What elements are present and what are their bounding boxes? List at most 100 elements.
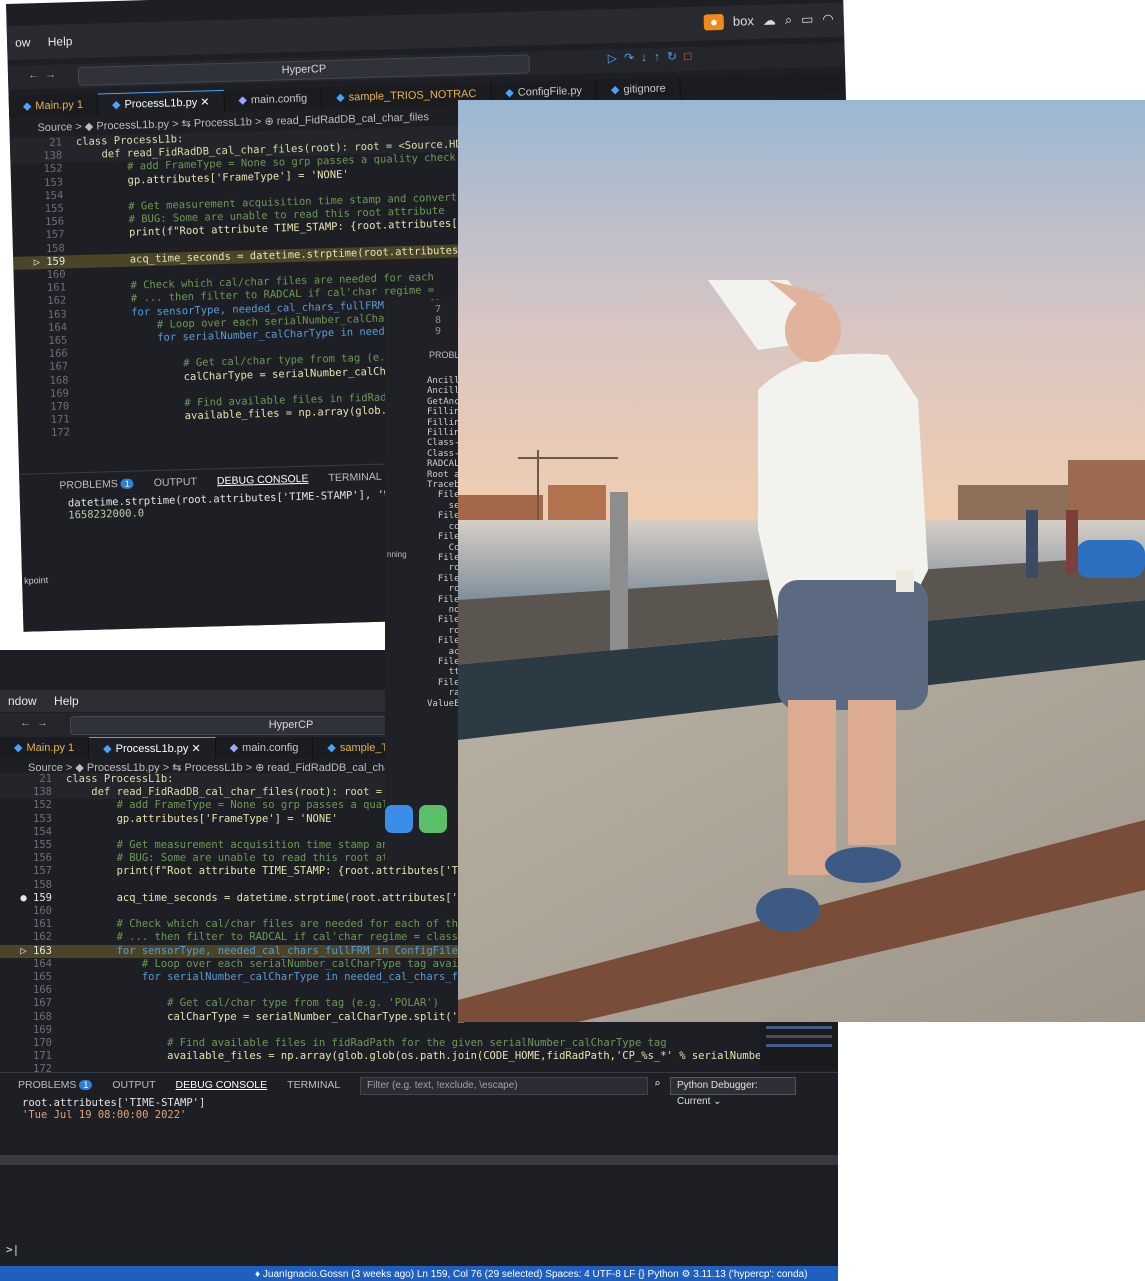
line-number[interactable]: 160 xyxy=(0,905,66,918)
terminal-line: ValueE xyxy=(427,698,460,709)
line-number[interactable]: 155 xyxy=(0,839,66,852)
line-number[interactable]: 161 xyxy=(0,918,66,931)
console-filter-input[interactable]: Filter (e.g. text, !exclude, \escape) xyxy=(360,1077,648,1095)
terminal-line: File xyxy=(427,636,460,647)
terminal-line: ro xyxy=(427,625,460,636)
nav-arrows-icon[interactable]: ←→ xyxy=(28,68,62,81)
restart-icon[interactable]: ↻ xyxy=(667,49,677,63)
line-number[interactable]: 152 xyxy=(0,799,66,812)
problems-badge: 1 xyxy=(120,478,134,489)
line-number[interactable]: 164 xyxy=(0,958,66,971)
line-number[interactable]: 153 xyxy=(0,813,66,826)
line-number[interactable]: 158 xyxy=(0,879,66,892)
panel-tab-output[interactable]: OUTPUT xyxy=(154,476,197,489)
code-text: class ProcessL1b: xyxy=(66,773,174,785)
terminal-line: File xyxy=(427,532,460,543)
box-icon[interactable]: box xyxy=(733,13,754,30)
problems-badge: 1 xyxy=(79,1080,93,1090)
editor-tab[interactable]: ◆ main.config xyxy=(224,87,323,112)
editor-tab[interactable]: ◆ Main.py 1 xyxy=(8,93,99,118)
editor-tab[interactable]: ◆ gitignore xyxy=(596,77,681,102)
editor-tab[interactable]: ◆ main.config xyxy=(216,737,314,759)
file-icon: ◆ xyxy=(327,742,336,754)
console-prompt[interactable]: >| xyxy=(6,1243,19,1256)
terminal-line: RADCAL xyxy=(427,459,460,470)
wifi-icon[interactable]: ◠ xyxy=(822,11,834,27)
line-number[interactable]: 171 xyxy=(0,1050,66,1063)
panel-tab-debug-console[interactable]: DEBUG CONSOLE xyxy=(217,473,309,488)
line-number[interactable]: 168 xyxy=(0,1011,66,1024)
battery-icon: ▭ xyxy=(800,11,814,27)
panel-tab-output[interactable]: OUTPUT xyxy=(112,1079,155,1091)
terminal-line: Ancill xyxy=(427,386,460,397)
step-out-icon[interactable]: ↑ xyxy=(654,50,660,64)
terminal-line: se xyxy=(427,500,460,511)
menu-bar-items[interactable]: ndow Help xyxy=(8,694,79,708)
terminal-line: File xyxy=(427,594,460,605)
nav-arrows-icon[interactable]: ←→ xyxy=(20,717,54,729)
tab-label: ProcessL1b.py ✕ xyxy=(124,96,210,111)
terminal-line: ac xyxy=(427,646,460,657)
debugger-select[interactable]: Python Debugger: Current ⌄ xyxy=(670,1077,796,1107)
line-number[interactable]: 157 xyxy=(0,865,66,878)
line-number[interactable]: ● 159 xyxy=(0,892,66,905)
cloud-icon[interactable]: ☁ xyxy=(763,13,776,29)
code-text: calCharType = serialNumber_calCharType.s… xyxy=(66,1010,503,1023)
filter-search-icon[interactable]: ⌕ xyxy=(654,1077,661,1090)
terminal-line: File xyxy=(427,615,460,626)
orange-app-icon[interactable]: ● xyxy=(703,13,725,31)
panel-tab-terminal[interactable]: TERMINAL xyxy=(287,1079,340,1091)
file-icon: ◆ xyxy=(610,83,620,97)
file-icon: ◆ xyxy=(14,742,23,754)
panel-tab-problems[interactable]: PROBLEMS 1 xyxy=(59,478,134,492)
step-over-icon[interactable]: ↷ xyxy=(624,50,634,64)
line-number[interactable]: 169 xyxy=(0,1024,66,1037)
console-line: 'Tue Jul 19 08:00:00 2022' xyxy=(22,1109,187,1121)
stop-icon[interactable]: □ xyxy=(684,49,692,63)
terminal-line: File xyxy=(427,656,460,667)
terminal-line: Fillin xyxy=(427,428,460,439)
tab-label: Main.py 1 xyxy=(26,742,75,754)
terminal-line: ro xyxy=(427,584,460,595)
command-center-search[interactable]: HyperCP xyxy=(77,54,531,87)
building-left-2 xyxy=(548,485,606,525)
line-number[interactable]: 21 xyxy=(0,773,66,786)
editor-tab[interactable]: ◆ ProcessL1b.py ✕ xyxy=(97,89,225,116)
line-number[interactable]: 172 xyxy=(18,426,84,441)
line-number[interactable]: ▷ 163 xyxy=(0,945,66,958)
file-icon: ◆ xyxy=(505,86,514,100)
line-number[interactable]: 167 xyxy=(0,997,66,1010)
terminal-line: Root a xyxy=(427,469,460,480)
line-number[interactable]: 138 xyxy=(0,786,66,799)
mooring-post xyxy=(610,492,628,652)
photo-man-waterfront xyxy=(458,100,1145,1022)
line-number[interactable]: 156 xyxy=(0,852,66,865)
panel-tab-terminal[interactable]: TERMINAL xyxy=(328,471,381,484)
status-text[interactable]: ♦ JuanIgnacio.Gossn (3 weeks ago) Ln 159… xyxy=(255,1269,807,1280)
minimap[interactable] xyxy=(760,1020,838,1070)
line-number[interactable]: 166 xyxy=(0,984,66,997)
line-number[interactable]: 162 xyxy=(0,931,66,944)
terminal-line: tt xyxy=(427,667,460,678)
code-text: # Find available files in fidRadPath for… xyxy=(66,1037,667,1050)
mail-app-icon[interactable] xyxy=(385,805,413,833)
play-icon[interactable]: ▷ xyxy=(608,51,618,65)
building-right-2 xyxy=(958,485,1068,525)
search-icon[interactable]: ⌕ xyxy=(785,12,793,28)
panel-tab-problems[interactable]: PROBLEMS 1 xyxy=(18,1079,93,1091)
line-number[interactable]: 165 xyxy=(0,971,66,984)
tab-label: ProcessL1b.py ✕ xyxy=(115,743,201,755)
maps-app-icon[interactable] xyxy=(419,805,447,833)
line-number[interactable]: 154 xyxy=(0,826,66,839)
panel-tab-debug-console[interactable]: DEBUG CONSOLE xyxy=(176,1079,268,1091)
code-line: 170 # Find available files in fidRadPath… xyxy=(0,1037,838,1050)
file-icon: ◆ xyxy=(111,98,121,112)
step-into-icon[interactable]: ↓ xyxy=(641,50,647,64)
editor-tab[interactable]: ◆ ProcessL1b.py ✕ xyxy=(89,737,216,759)
terminal-line: no xyxy=(427,604,460,615)
editor-tab[interactable]: ◆ Main.py 1 xyxy=(0,737,90,759)
menu-bar-items[interactable]: ow Help xyxy=(15,34,73,50)
line-number[interactable]: 170 xyxy=(0,1037,66,1050)
terminal-line: ra xyxy=(427,688,460,699)
code-text: gp.attributes['FrameType'] = 'NONE' xyxy=(66,812,338,825)
